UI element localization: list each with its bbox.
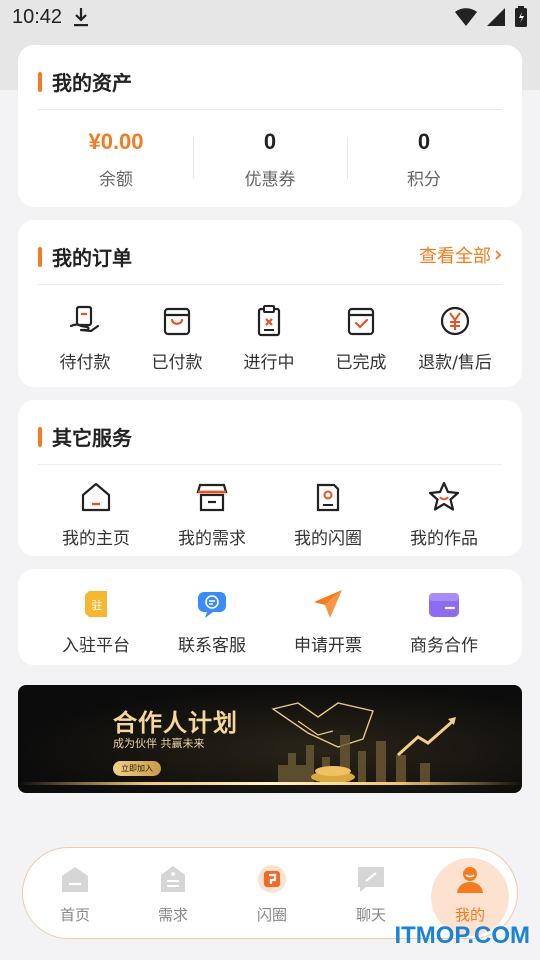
chevron-right-icon: [494, 245, 502, 266]
banner-join-button[interactable]: 立即加入: [113, 761, 161, 776]
user-tab-icon: [455, 864, 485, 894]
extra-settle-platform[interactable]: 驻 入驻平台: [46, 587, 146, 656]
points-value: 0: [417, 129, 431, 154]
status-bar: 10:42: [0, 0, 540, 36]
coupon-value: 0: [263, 129, 277, 154]
flash-tab-icon: [257, 864, 287, 894]
chat-icon: [195, 587, 229, 621]
signal-icon: [486, 7, 506, 31]
order-in-progress[interactable]: 进行中: [224, 304, 314, 373]
order-refund-label: 退款/售后: [418, 353, 492, 373]
assets-section-title: 我的资产: [38, 67, 132, 96]
service-flash-label: 我的闪圈: [294, 529, 362, 549]
extra-contact-label: 联系客服: [178, 636, 246, 656]
view-all-label: 查看全部: [419, 246, 491, 267]
service-my-demands[interactable]: 我的需求: [162, 480, 262, 549]
divider: [38, 109, 502, 110]
star-smile-icon: [427, 480, 461, 514]
balance-label: 余额: [99, 170, 133, 190]
extra-invoice-label: 申请开票: [294, 636, 362, 656]
tab-flash-circle[interactable]: 闪圈: [232, 864, 312, 925]
photo-card-icon: [311, 480, 345, 514]
service-my-works[interactable]: 我的作品: [394, 480, 494, 549]
order-in-progress-label: 进行中: [243, 353, 295, 373]
tab-flash-label: 闪圈: [256, 906, 287, 924]
services-section-title: 其它服务: [38, 422, 132, 451]
banner-glow-line: [18, 782, 522, 785]
assets-title-text: 我的资产: [52, 71, 132, 95]
tab-home-label: 首页: [59, 906, 90, 924]
tab-demand[interactable]: 需求: [133, 864, 213, 925]
bag-icon: [160, 304, 194, 338]
services-card: 其它服务 我的主页 我的需求 我的闪圈 我的作品: [18, 400, 522, 556]
divider: [38, 284, 502, 285]
view-all-orders-link[interactable]: 查看全部: [419, 242, 502, 268]
extras-card: 驻 入驻平台 联系客服 申请开票 商务合作: [18, 569, 522, 665]
tab-mine[interactable]: 我的: [430, 864, 510, 925]
order-paid-label: 已付款: [151, 353, 203, 373]
skyline-icon: [278, 715, 468, 789]
extra-business-cooperation[interactable]: 商务合作: [394, 587, 494, 656]
balance-item[interactable]: ¥0.00 余额: [39, 129, 193, 190]
svg-text:驻: 驻: [92, 598, 103, 612]
order-refund[interactable]: 退款/售后: [408, 304, 502, 373]
order-pending-payment[interactable]: 待付款: [40, 304, 130, 373]
wallet-icon: [427, 587, 461, 621]
orders-section-title: 我的订单: [38, 242, 132, 271]
extra-settle-label: 入驻平台: [62, 636, 130, 656]
service-my-homepage[interactable]: 我的主页: [46, 480, 146, 549]
status-time: 10:42: [12, 6, 63, 28]
service-demands-label: 我的需求: [178, 529, 246, 549]
battery-icon: [514, 6, 528, 32]
download-icon: [72, 6, 90, 32]
chat-tab-icon: [356, 864, 386, 894]
store-icon: [195, 480, 229, 514]
extra-contact-support[interactable]: 联系客服: [162, 587, 262, 656]
banner-subtitle: 成为伙伴 共赢未来: [113, 737, 205, 750]
service-my-flash-circle[interactable]: 我的闪圈: [278, 480, 378, 549]
tab-demand-label: 需求: [157, 906, 188, 924]
partner-plan-banner[interactable]: 合作人计划 成为伙伴 共赢未来 立即加入: [18, 685, 522, 793]
orders-card: 我的订单 查看全部 待付款 已付款 进行中 已完成 退款/售后: [18, 220, 522, 387]
orders-title-text: 我的订单: [52, 246, 132, 270]
home-tab-icon: [60, 864, 90, 894]
order-pending-label: 待付款: [59, 353, 111, 373]
tab-home[interactable]: 首页: [35, 864, 115, 925]
order-completed-label: 已完成: [335, 353, 387, 373]
wifi-icon: [454, 7, 478, 31]
balance-value: ¥0.00: [88, 129, 144, 154]
service-homepage-label: 我的主页: [62, 529, 130, 549]
pay-hand-icon: [68, 304, 102, 338]
send-icon: [311, 587, 345, 621]
watermark: ITMOP.COM: [394, 922, 530, 949]
order-completed[interactable]: 已完成: [316, 304, 406, 373]
order-paid[interactable]: 已付款: [132, 304, 222, 373]
extra-apply-invoice[interactable]: 申请开票: [278, 587, 378, 656]
banner-title: 合作人计划: [113, 709, 238, 737]
services-title-text: 其它服务: [52, 426, 132, 450]
yen-circle-icon: [438, 304, 472, 338]
divider: [38, 464, 502, 465]
clipboard-icon: [252, 304, 286, 338]
points-item[interactable]: 0 积分: [347, 129, 501, 190]
coupon-item[interactable]: 0 优惠券: [193, 129, 347, 190]
points-label: 积分: [407, 170, 441, 190]
coupon-label: 优惠券: [244, 170, 296, 190]
home-icon: [79, 480, 113, 514]
assets-card: 我的资产 ¥0.00 余额 0 优惠券 0 积分: [18, 45, 522, 207]
service-works-label: 我的作品: [410, 529, 478, 549]
extra-business-label: 商务合作: [410, 636, 478, 656]
settle-icon: 驻: [79, 587, 113, 621]
tag-tab-icon: [158, 864, 188, 894]
tab-chat[interactable]: 聊天: [331, 864, 411, 925]
bag-check-icon: [344, 304, 378, 338]
